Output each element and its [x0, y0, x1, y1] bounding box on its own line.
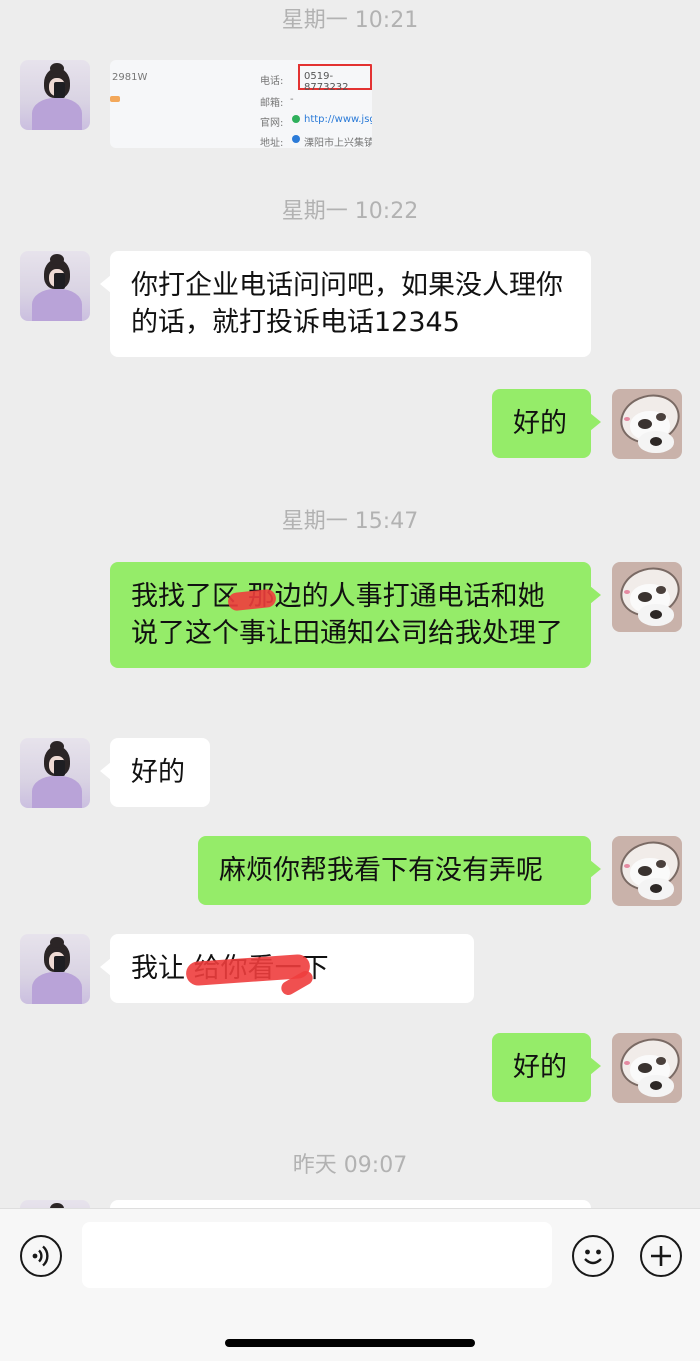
- received-message[interactable]: [110, 1200, 591, 1208]
- message-input[interactable]: [82, 1222, 552, 1288]
- timestamp: 昨天 09:07: [292, 1153, 408, 1178]
- emoji-icon[interactable]: [572, 1235, 614, 1277]
- plus-icon[interactable]: [640, 1235, 682, 1277]
- contact-avatar[interactable]: [20, 251, 90, 321]
- contact-avatar[interactable]: [20, 738, 90, 808]
- received-message[interactable]: 你打企业电话问问吧，如果没人理你的话，就打投诉电话12345: [100, 251, 591, 357]
- contact-avatar[interactable]: [20, 1200, 90, 1208]
- timestamp: 星期一 15:47: [281, 509, 419, 534]
- my-avatar[interactable]: [612, 836, 682, 906]
- chat-area[interactable]: 星期一 10:21 2981W 电话: 0519-8773232 邮箱: - 官…: [0, 0, 700, 1208]
- contact-avatar[interactable]: [20, 934, 90, 1004]
- highlight-mark: [110, 96, 120, 102]
- image-message[interactable]: 2981W 电话: 0519-8773232 邮箱: - 官网: http://…: [110, 60, 372, 148]
- sent-message[interactable]: 好的: [492, 389, 601, 458]
- sent-message[interactable]: 好的: [492, 1033, 601, 1102]
- globe-icon: [292, 115, 300, 123]
- home-indicator: [225, 1339, 475, 1347]
- contact-avatar[interactable]: [20, 60, 90, 130]
- sent-message[interactable]: 麻烦你帮我看下有没有弄呢: [198, 836, 601, 905]
- timestamp: 星期一 10:22: [281, 199, 419, 224]
- my-avatar[interactable]: [612, 389, 682, 459]
- my-avatar[interactable]: [612, 562, 682, 632]
- received-message[interactable]: 好的: [100, 738, 210, 807]
- timestamp: 星期一 10:21: [281, 8, 419, 33]
- voice-input-icon[interactable]: [20, 1235, 62, 1277]
- my-avatar[interactable]: [612, 1033, 682, 1103]
- input-toolbar: [0, 1208, 700, 1361]
- sent-message[interactable]: 我找了区 那边的人事打通电话和她说了这个事让田通知公司给我处理了: [110, 562, 601, 668]
- location-icon: [292, 135, 300, 143]
- phone-highlight-box: 0519-8773232: [298, 64, 372, 93]
